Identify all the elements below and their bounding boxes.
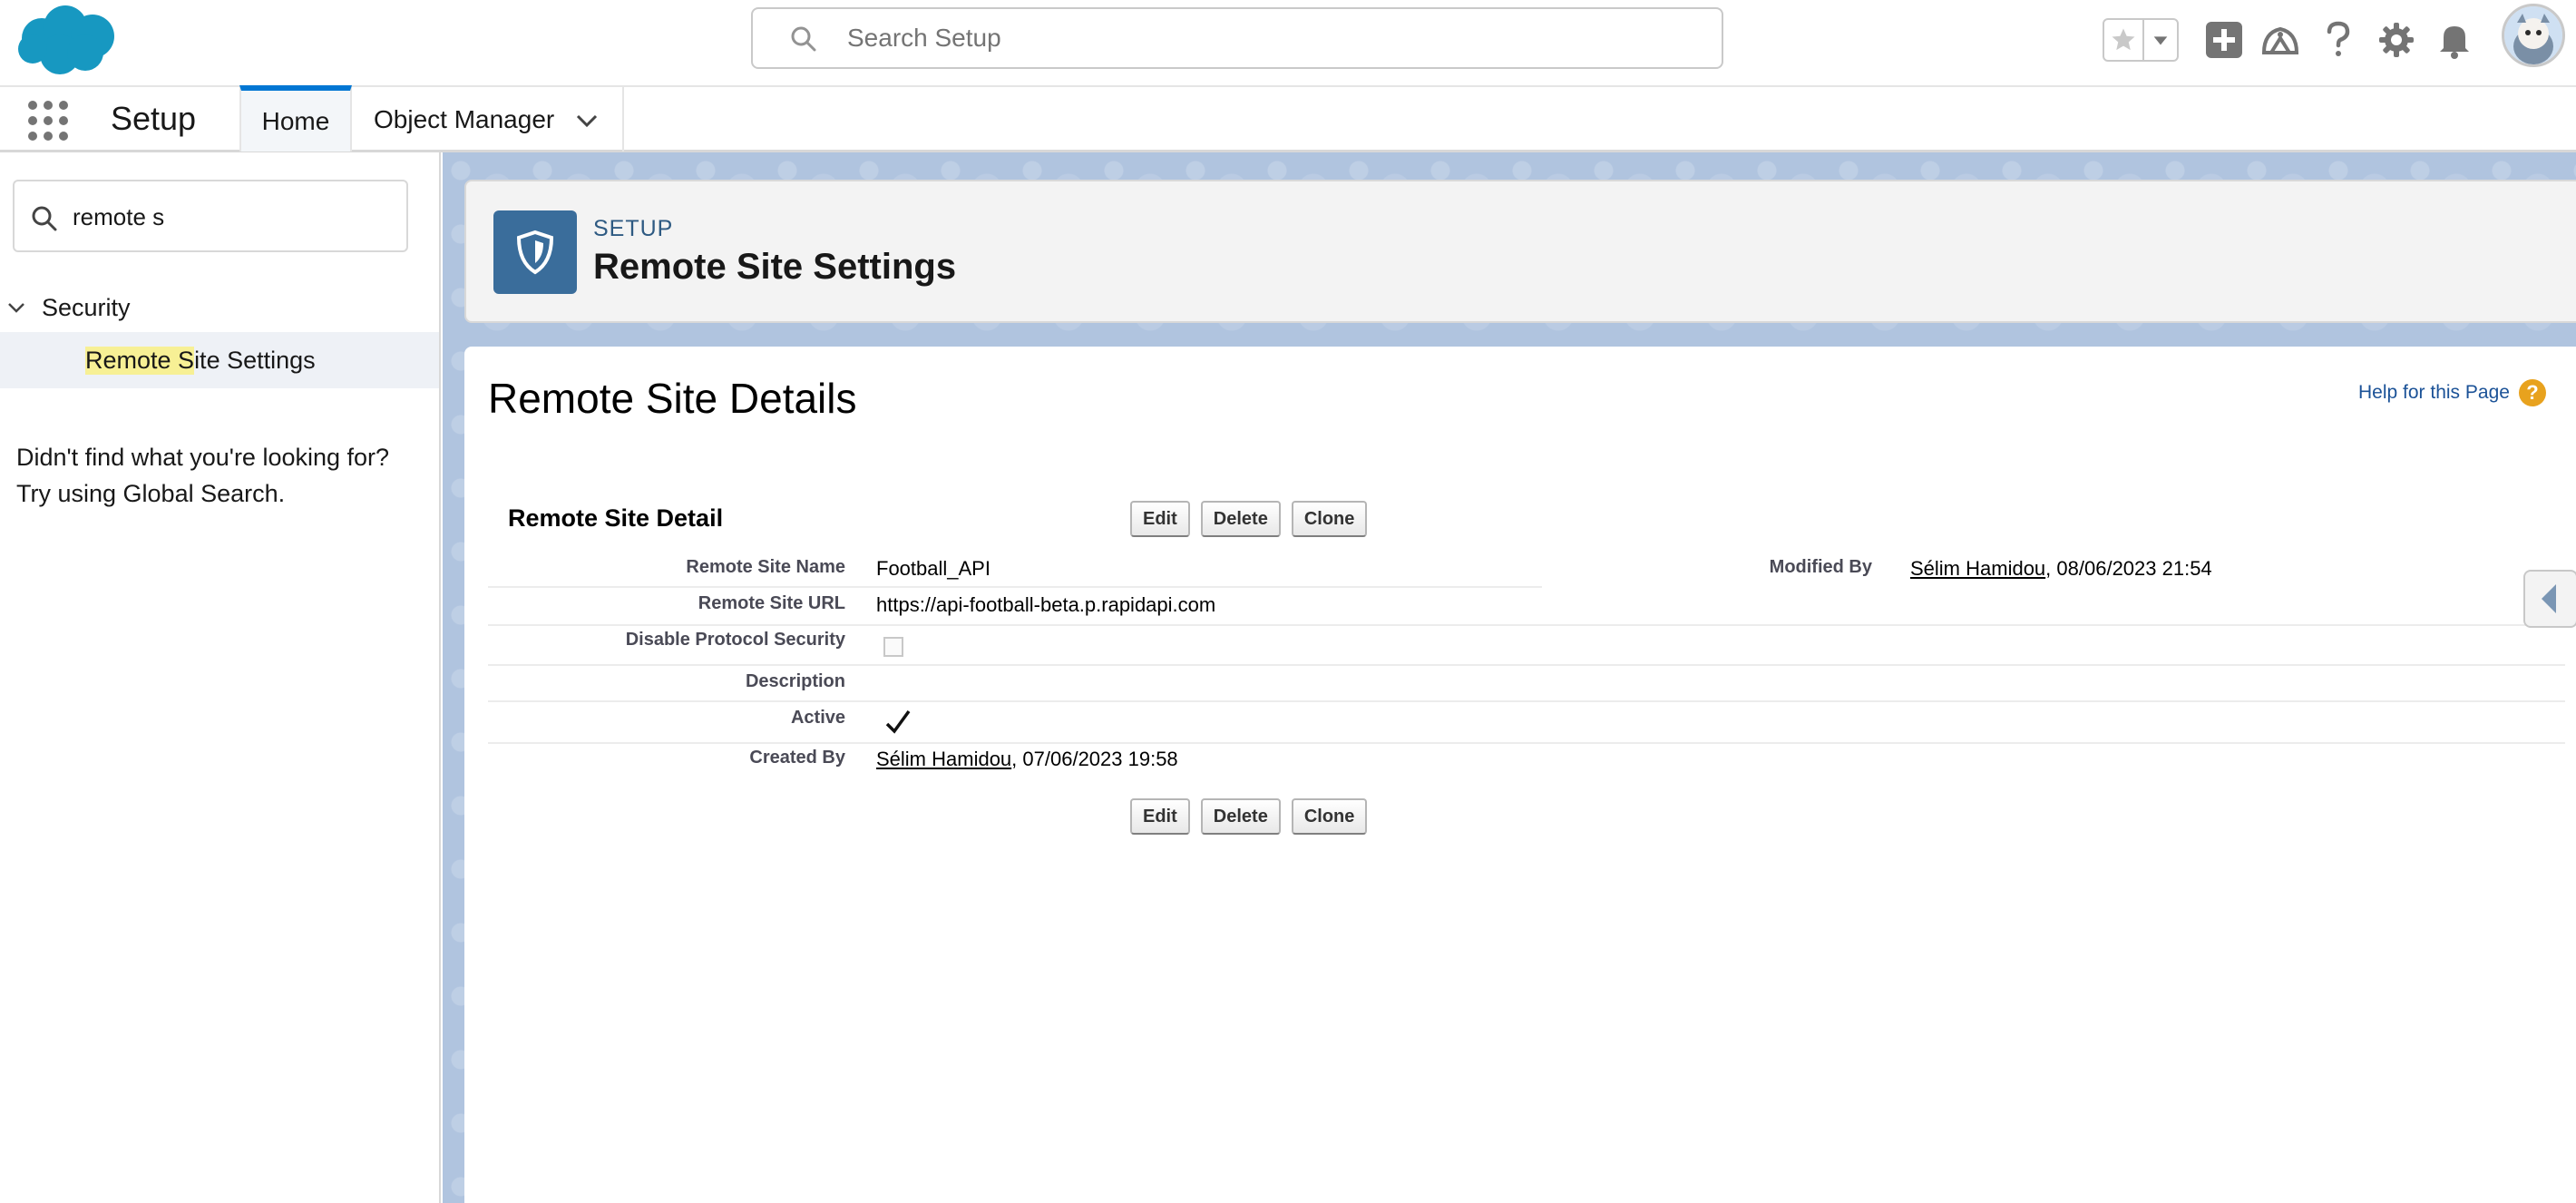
notifications-button[interactable] <box>2433 18 2476 62</box>
created-by-user-link[interactable]: Sélim Hamidou <box>876 748 1011 770</box>
star-icon <box>2112 28 2135 51</box>
favorites-group <box>2103 18 2179 62</box>
tab-home-label: Home <box>261 106 330 135</box>
description-label: Description <box>745 671 845 691</box>
clone-button[interactable]: Clone <box>1291 798 1368 835</box>
search-match-highlight: Remote S <box>85 346 195 375</box>
search-icon <box>32 206 57 231</box>
content-title: Remote Site Details <box>488 375 857 422</box>
row-divider <box>488 742 2565 744</box>
setup-shield-icon <box>493 210 577 294</box>
salesforce-cloud-logo[interactable] <box>13 2 122 78</box>
remote-site-name-value: Football_API <box>876 557 990 580</box>
setup-sidebar: Security Remote Site Settings Didn't fin… <box>0 152 441 1203</box>
modified-by-user-link[interactable]: Sélim Hamidou <box>1910 557 2045 580</box>
global-header <box>0 0 2576 85</box>
tree-section-label: Security <box>42 293 131 321</box>
setup-search-box[interactable] <box>751 7 1723 69</box>
tree-section-security[interactable]: Security <box>0 287 439 328</box>
page-header: SETUP Remote Site Settings <box>464 180 2576 323</box>
remote-site-url-label: Remote Site URL <box>698 593 845 613</box>
app-name: Setup <box>111 100 197 137</box>
tab-object-manager-label: Object Manager <box>374 104 555 133</box>
help-button[interactable] <box>2317 18 2360 62</box>
chevron-left-icon <box>2542 584 2556 613</box>
chevron-down-icon[interactable] <box>575 109 599 132</box>
question-mark-icon <box>2327 21 2350 56</box>
modified-by-date: , 08/06/2023 21:54 <box>2045 557 2212 580</box>
quick-find-box[interactable] <box>13 180 408 252</box>
help-question-icon[interactable]: ? <box>2518 379 2546 406</box>
disable-protocol-security-label: Disable Protocol Security <box>625 630 845 650</box>
trailhead-button[interactable] <box>2259 18 2302 62</box>
context-bar: Setup Home Object Manager <box>0 85 2576 152</box>
row-divider <box>488 700 2565 702</box>
delete-button[interactable]: Delete <box>1200 798 1281 835</box>
favorites-star-button[interactable] <box>2104 20 2144 60</box>
modified-by-value: Sélim Hamidou, 08/06/2023 21:54 <box>1910 557 2212 581</box>
created-by-value: Sélim Hamidou, 07/06/2023 19:58 <box>876 748 1178 771</box>
bell-icon <box>2440 26 2469 59</box>
top-button-row: Edit Delete Clone <box>1130 501 1368 537</box>
help-for-page-link[interactable]: Help for this Page ? <box>2358 379 2546 406</box>
clone-button[interactable]: Clone <box>1291 501 1368 537</box>
tree-item-remote-site-settings[interactable]: Remote Site Settings <box>0 332 439 388</box>
detail-section-heading: Remote Site Detail <box>508 504 724 532</box>
row-divider <box>488 586 1542 588</box>
favorites-dropdown-button[interactable] <box>2144 20 2177 60</box>
checkmark-icon <box>885 709 911 734</box>
row-divider <box>488 664 2565 666</box>
detail-content: Remote Site Details Help for this Page ?… <box>464 347 2576 1203</box>
global-actions-button[interactable] <box>2202 18 2246 62</box>
help-link-label[interactable]: Help for this Page <box>2358 382 2510 404</box>
not-found-line-1: Didn't find what you're looking for? <box>16 444 390 471</box>
setup-gear-button[interactable] <box>2375 18 2418 62</box>
created-by-date: , 07/06/2023 19:58 <box>1011 748 1178 770</box>
created-by-label: Created By <box>749 748 845 768</box>
astro-avatar-icon <box>2504 6 2562 64</box>
not-found-line-2: Try using Global Search. <box>16 480 286 507</box>
modified-by-label: Modified By <box>1769 557 1872 577</box>
plus-icon <box>2206 22 2242 58</box>
page-title: Remote Site Settings <box>593 247 957 287</box>
row-divider <box>488 624 2565 626</box>
delete-button[interactable]: Delete <box>1200 501 1281 537</box>
gear-icon <box>2379 23 2414 57</box>
user-avatar[interactable] <box>2502 4 2565 67</box>
caret-down-icon <box>2153 36 2168 45</box>
app-launcher-icon[interactable] <box>27 100 69 142</box>
setup-search-input[interactable] <box>847 16 1700 60</box>
tree-item-label-rest: ite Settings <box>194 346 316 374</box>
chevron-down-icon <box>8 303 24 313</box>
tab-home[interactable]: Home <box>239 85 352 152</box>
remote-site-name-label: Remote Site Name <box>686 557 845 577</box>
active-label: Active <box>790 708 845 728</box>
sidebar-collapse-handle[interactable] <box>2523 570 2576 628</box>
trailhead-icon <box>2261 26 2299 54</box>
page-eyebrow: SETUP <box>593 216 674 241</box>
remote-site-url-value: https://api-football-beta.p.rapidapi.com <box>876 593 1216 616</box>
bottom-button-row: Edit Delete Clone <box>1130 798 1368 835</box>
tab-object-manager[interactable]: Object Manager <box>354 87 624 152</box>
quick-find-input[interactable] <box>73 198 399 236</box>
search-icon <box>791 26 816 52</box>
disable-protocol-security-checkbox <box>883 637 903 657</box>
not-found-message: Didn't find what you're looking for? Try… <box>16 439 424 512</box>
edit-button[interactable]: Edit <box>1130 798 1190 835</box>
edit-button[interactable]: Edit <box>1130 501 1190 537</box>
